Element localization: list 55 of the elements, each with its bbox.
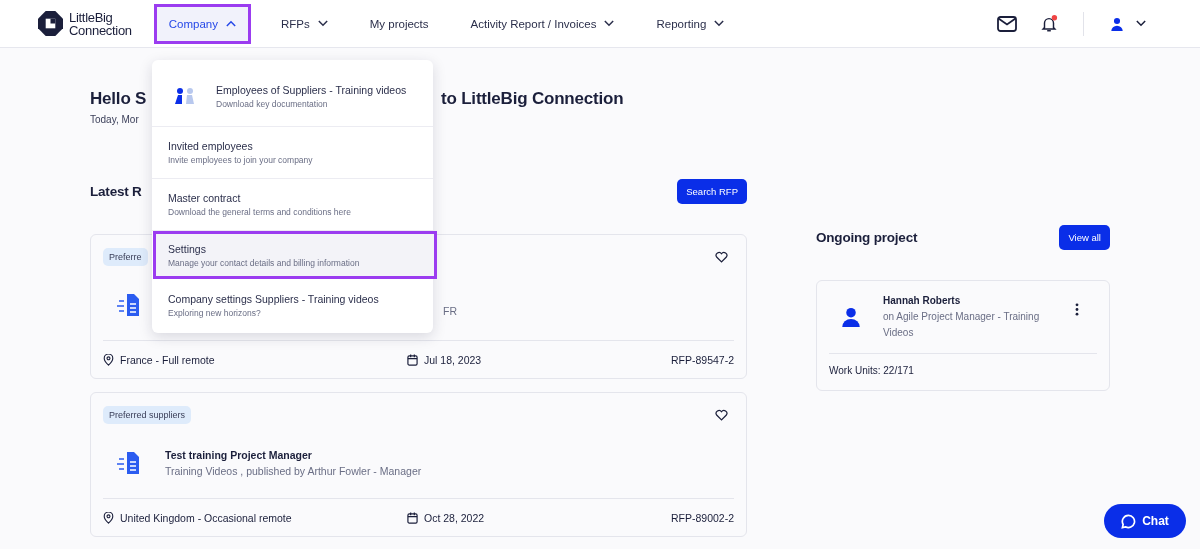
nav-tab[interactable]: My projects xyxy=(357,3,441,44)
date-text: Jul 18, 2023 xyxy=(424,353,482,366)
section-title: Latest R xyxy=(90,183,142,199)
calendar-icon xyxy=(407,511,418,524)
calendar-icon xyxy=(407,353,418,366)
nav-tab[interactable]: Activity Report / Invoices xyxy=(458,3,627,44)
preferred-suppliers-tag: Preferred suppliers xyxy=(103,406,192,424)
work-units-text: Work Units: 22/171 xyxy=(829,353,1097,376)
greeting-heading: to LittleBig Connection xyxy=(441,89,624,109)
more-icon[interactable] xyxy=(1075,303,1079,316)
user-icon[interactable] xyxy=(1110,16,1124,31)
document-icon xyxy=(117,451,141,475)
project-name: on Agile Project Manager - Training Videos xyxy=(883,310,1041,340)
chat-bubble-icon xyxy=(1121,513,1137,529)
heart-icon[interactable] xyxy=(715,251,728,263)
rfp-subtitle: Training Videos , published by Arthur Fowler - Manager xyxy=(165,465,422,477)
heart-icon[interactable] xyxy=(715,409,728,421)
location-pin-icon xyxy=(103,511,114,524)
view-all-button[interactable]: View all xyxy=(1059,224,1110,250)
logo-icon xyxy=(38,11,63,36)
caret-icon[interactable] xyxy=(604,20,615,27)
section-title: Ongoing project xyxy=(816,229,918,245)
preferred-suppliers-tag: Preferre xyxy=(103,248,148,266)
menu-item[interactable]: Employees of Suppliers - Training videos Download key documentation xyxy=(152,60,433,127)
location-text: United Kingdom - Occasional remote xyxy=(120,511,292,524)
chat-button[interactable]: Chat xyxy=(1104,504,1186,538)
location-text: France - Full remote xyxy=(120,353,215,366)
greeting-heading: Hello S xyxy=(90,89,147,109)
rfp-card[interactable]: Preferred suppliers Test training Project Manager Training Videos , published by Arthur Fowler - Manager United Kingdom - Occasional remote Oct 28, 2022 RFP-89002-2 xyxy=(90,392,747,537)
rfp-reference: RFP-89002-2 xyxy=(670,511,734,524)
nav-tab[interactable]: Company xyxy=(153,3,251,44)
bell-icon[interactable] xyxy=(1039,14,1059,33)
mail-icon[interactable] xyxy=(997,14,1017,33)
logo-text: Connection xyxy=(69,23,132,37)
project-card[interactable]: Hannah Roberts on Agile Project Manager - Training Videos Work Units: 22/171 xyxy=(816,280,1110,391)
rfp-title: Test training Project Manager xyxy=(165,449,313,461)
caret-icon[interactable] xyxy=(714,20,725,27)
location-pin-icon xyxy=(103,353,114,366)
caret-icon[interactable] xyxy=(317,20,328,27)
rfp-reference: RFP-89547-2 xyxy=(670,353,734,366)
date-text: Oct 28, 2022 xyxy=(424,511,485,524)
date-text: Today, Mor xyxy=(90,114,139,127)
person-name: Hannah Roberts xyxy=(883,295,962,306)
menu-item[interactable]: Settings Manage your contact details and billing information xyxy=(153,231,437,279)
search-rfp-button[interactable]: Search RFP xyxy=(677,178,747,204)
rfp-subtitle: FR xyxy=(443,305,457,317)
document-icon xyxy=(117,293,141,317)
caret-icon[interactable] xyxy=(226,20,236,27)
caret-icon[interactable] xyxy=(1136,20,1146,27)
logo-text: LittleBig xyxy=(69,10,113,24)
nav-tab[interactable]: Reporting xyxy=(644,3,737,44)
menu-item[interactable]: Invited employees Invite employees to join your company xyxy=(152,127,433,179)
nav-tab[interactable]: RFPs xyxy=(269,3,340,44)
user-icon xyxy=(841,307,861,327)
menu-item[interactable]: Company settings Suppliers - Training videos Exploring new horizons? xyxy=(152,279,433,331)
